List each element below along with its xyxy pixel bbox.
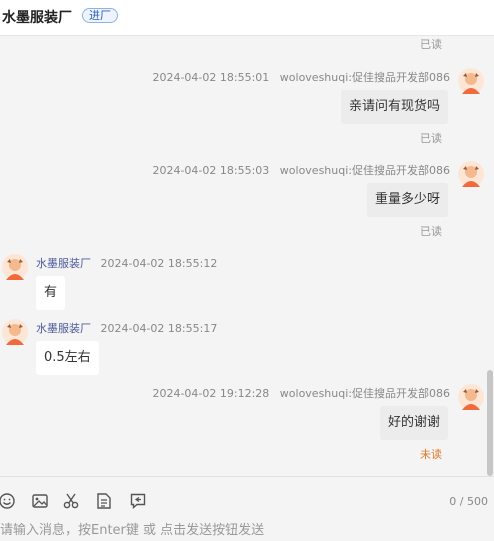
message-sender: woloveshuqi:促佳搜品开发部086 — [279, 387, 450, 400]
avatar-icon[interactable] — [2, 254, 28, 280]
factory-tag[interactable]: 进厂 — [82, 8, 118, 23]
message-bubble[interactable]: 0.5左右 — [36, 341, 99, 375]
message-time: 2024-04-02 18:55:01 — [152, 71, 270, 84]
message-meta: 2024-04-02 19:12:28 woloveshuqi:促佳搜品开发部0… — [152, 385, 450, 401]
message-sender: 水墨服装厂 — [36, 322, 91, 335]
message-composer: 0 / 500 — [0, 476, 494, 541]
emoji-icon[interactable] — [0, 492, 16, 510]
message-list[interactable]: 已读 2024-04-02 18:55:01 woloveshuqi:促佳搜品开… — [0, 36, 494, 476]
message-meta: 2024-04-02 18:55:01 woloveshuqi:促佳搜品开发部0… — [152, 69, 450, 85]
message-time: 2024-04-02 19:12:28 — [152, 387, 270, 400]
message-time: 2024-04-02 18:55:17 — [100, 322, 218, 335]
avatar-icon[interactable] — [458, 161, 484, 187]
message-meta: 水墨服装厂 2024-04-02 18:55:12 — [36, 255, 217, 271]
message-bubble[interactable]: 重量多少呀 — [366, 183, 448, 217]
message-meta: 2024-04-02 18:55:03 woloveshuqi:促佳搜品开发部0… — [152, 162, 450, 178]
avatar-icon[interactable] — [458, 384, 484, 410]
quick-reply-icon[interactable] — [129, 492, 147, 510]
unread-status: 未读 — [420, 448, 442, 461]
message-time: 2024-04-02 18:55:03 — [152, 164, 270, 177]
read-status: 已读 — [420, 38, 442, 51]
message-meta: 水墨服装厂 2024-04-02 18:55:17 — [36, 320, 217, 336]
message-bubble[interactable]: 亲请问有现货吗 — [340, 90, 448, 124]
read-status: 已读 — [420, 225, 442, 238]
character-counter: 0 / 500 — [449, 495, 488, 508]
message-sender: woloveshuqi:促佳搜品开发部086 — [279, 164, 450, 177]
read-status: 已读 — [420, 132, 442, 145]
message-bubble[interactable]: 有 — [36, 276, 66, 310]
chat-header: 水墨服装厂 进厂 — [0, 0, 494, 36]
message-sender: 水墨服装厂 — [36, 257, 91, 270]
message-time: 2024-04-02 18:55:12 — [100, 257, 218, 270]
scissors-icon[interactable] — [62, 492, 80, 510]
avatar-icon[interactable] — [458, 68, 484, 94]
image-icon[interactable] — [31, 492, 49, 510]
avatar-icon[interactable] — [2, 319, 28, 345]
scrollbar-thumb[interactable] — [487, 370, 493, 476]
message-sender: woloveshuqi:促佳搜品开发部086 — [279, 71, 450, 84]
document-icon[interactable] — [95, 492, 113, 510]
message-bubble[interactable]: 好的谢谢 — [379, 406, 448, 440]
message-input[interactable] — [0, 521, 480, 539]
chat-title: 水墨服装厂 — [2, 10, 72, 26]
